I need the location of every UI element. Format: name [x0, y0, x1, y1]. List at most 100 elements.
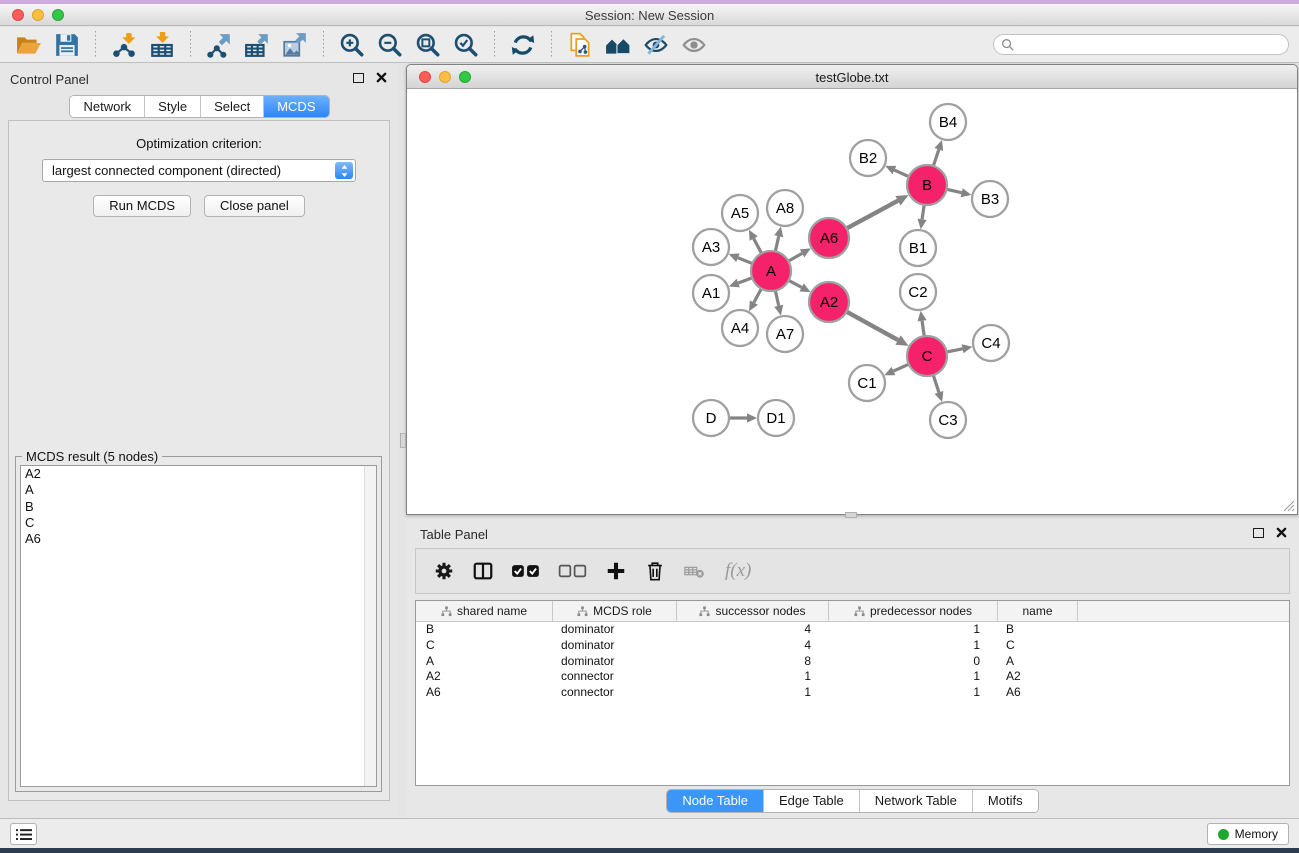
column-header-predecessor-nodes[interactable]: predecessor nodes [829, 601, 998, 621]
column-header-shared-name[interactable]: shared name [416, 601, 553, 621]
graph-edge-C-C2[interactable] [922, 321, 924, 337]
graph-edge-C-C4[interactable] [946, 349, 963, 352]
graph-edge-B-B3[interactable] [946, 189, 962, 193]
table-cell: B [416, 622, 553, 638]
graph-edge-A2-C[interactable] [846, 311, 898, 340]
vertical-splitter-handle[interactable] [845, 512, 857, 518]
column-header-name[interactable]: name [998, 601, 1078, 621]
delete-table-icon[interactable] [682, 559, 706, 583]
split-columns-icon[interactable] [471, 559, 495, 583]
graph-node-label: C3 [938, 412, 957, 429]
horizontal-splitter-handle[interactable] [400, 433, 406, 448]
table-tabs: Node TableEdge TableNetwork TableMotifs [666, 789, 1038, 813]
close-panel-button[interactable]: Close panel [204, 195, 305, 217]
graph-edge-arrowhead [774, 227, 783, 238]
mcds-result-item[interactable]: A2 [21, 466, 376, 482]
graph-edge-A-A7[interactable] [775, 290, 779, 306]
mcds-result-item[interactable]: B [21, 499, 376, 515]
add-column-icon[interactable] [604, 559, 628, 583]
float-panel-icon[interactable] [1253, 528, 1264, 538]
function-builder-icon[interactable]: f(x) [725, 560, 751, 582]
float-panel-icon[interactable] [353, 73, 364, 83]
search-input[interactable] [1018, 38, 1281, 52]
close-panel-icon[interactable] [376, 72, 387, 83]
hide-selected-icon[interactable] [640, 30, 672, 60]
graph-edge-B-B4[interactable] [933, 150, 939, 167]
table-cell: 1 [829, 638, 998, 654]
mcds-result-item[interactable]: C [21, 515, 376, 531]
mcds-result-item[interactable]: A6 [21, 531, 376, 547]
graph-edge-A-A6[interactable] [788, 253, 803, 261]
zoom-fit-icon[interactable] [412, 30, 444, 60]
mcds-result-list[interactable]: A2ABCA6 [20, 465, 377, 787]
home-networks-icon[interactable] [602, 30, 634, 60]
table-row[interactable]: A6connector11A6 [416, 685, 1289, 701]
app-title: Session: New Session [0, 8, 1299, 23]
result-list-scrollbar[interactable] [364, 466, 376, 786]
graph-node-label: D1 [766, 410, 785, 427]
deselect-all-checkboxes-icon[interactable] [557, 559, 589, 583]
delete-column-icon[interactable] [643, 559, 667, 583]
graph-edge-arrowhead [962, 344, 973, 353]
graph-edge-arrowhead [747, 413, 757, 422]
save-session-icon[interactable] [51, 30, 83, 60]
graph-edge-C-C1[interactable] [893, 364, 909, 371]
zoom-in-icon[interactable] [336, 30, 368, 60]
close-panel-icon[interactable] [1276, 527, 1287, 538]
column-header-successor-nodes[interactable]: successor nodes [677, 601, 829, 621]
gear-icon[interactable] [432, 559, 456, 583]
dev-panel-button[interactable] [10, 823, 37, 845]
import-network-icon[interactable] [108, 30, 140, 60]
show-eye-icon[interactable] [678, 30, 710, 60]
network-view-window: testGlobe.txt AA1A2A3A4A5A6A7A8BB1B2B3B4… [406, 64, 1298, 515]
column-header-mcds-role[interactable]: MCDS role [553, 601, 677, 621]
import-table-icon[interactable] [146, 30, 178, 60]
graph-node-label: B4 [939, 114, 957, 131]
tab-network[interactable]: Network [70, 96, 145, 117]
graph-edge-C-C3[interactable] [933, 374, 939, 392]
list-icon [16, 828, 32, 841]
graph-edge-B-B2[interactable] [894, 170, 909, 177]
tab-select[interactable]: Select [201, 96, 264, 117]
graph-edge-A6-B[interactable] [846, 201, 898, 229]
export-table-icon[interactable] [241, 30, 273, 60]
graph-edge-A-A1[interactable] [738, 278, 753, 283]
tab-node-table[interactable]: Node Table [667, 790, 764, 812]
table-row[interactable]: Bdominator41B [416, 622, 1289, 638]
tab-edge-table[interactable]: Edge Table [764, 790, 860, 812]
graph-edge-arrowhead [918, 219, 927, 230]
tab-motifs[interactable]: Motifs [973, 790, 1038, 812]
table-row[interactable]: A2connector11A2 [416, 669, 1289, 685]
resize-grip-icon[interactable] [1282, 499, 1295, 512]
search-box[interactable] [993, 34, 1289, 55]
graph-edge-A-A4[interactable] [754, 288, 762, 303]
graph-edge-A-A8[interactable] [775, 236, 779, 252]
graph-edge-A-A5[interactable] [754, 239, 762, 255]
export-network-icon[interactable] [203, 30, 235, 60]
graph-edge-B-B1[interactable] [922, 204, 924, 219]
attribute-type-icon [699, 606, 710, 617]
criterion-select[interactable]: largest connected component (directed) [42, 159, 356, 182]
open-session-icon[interactable] [13, 30, 45, 60]
network-canvas[interactable]: AA1A2A3A4A5A6A7A8BB1B2B3B4CC1C2C3C4DD1 [407, 90, 1297, 514]
table-row[interactable]: Cdominator41C [416, 638, 1289, 654]
select-all-checkboxes-icon[interactable] [510, 559, 542, 583]
table-cell: dominator [553, 622, 677, 638]
graph-edge-A-A3[interactable] [738, 258, 753, 264]
table-row[interactable]: Adominator80A [416, 654, 1289, 670]
clone-network-icon[interactable] [564, 30, 596, 60]
mcds-result-item[interactable]: A [21, 482, 376, 498]
zoom-out-icon[interactable] [374, 30, 406, 60]
table-panel: Table Panel f(x) shared nameMCDS role [406, 520, 1299, 818]
memory-button[interactable]: Memory [1207, 823, 1289, 845]
run-mcds-button[interactable]: Run MCDS [93, 195, 191, 217]
tab-mcds[interactable]: MCDS [264, 96, 328, 117]
zoom-selected-icon[interactable] [450, 30, 482, 60]
tab-style[interactable]: Style [145, 96, 201, 117]
refresh-icon[interactable] [507, 30, 539, 60]
tab-network-table[interactable]: Network Table [860, 790, 973, 812]
table-cell: A6 [416, 685, 553, 701]
network-window-titlebar[interactable]: testGlobe.txt [407, 65, 1297, 89]
graph-edge-A-A2[interactable] [788, 280, 802, 287]
export-image-icon[interactable] [279, 30, 311, 60]
